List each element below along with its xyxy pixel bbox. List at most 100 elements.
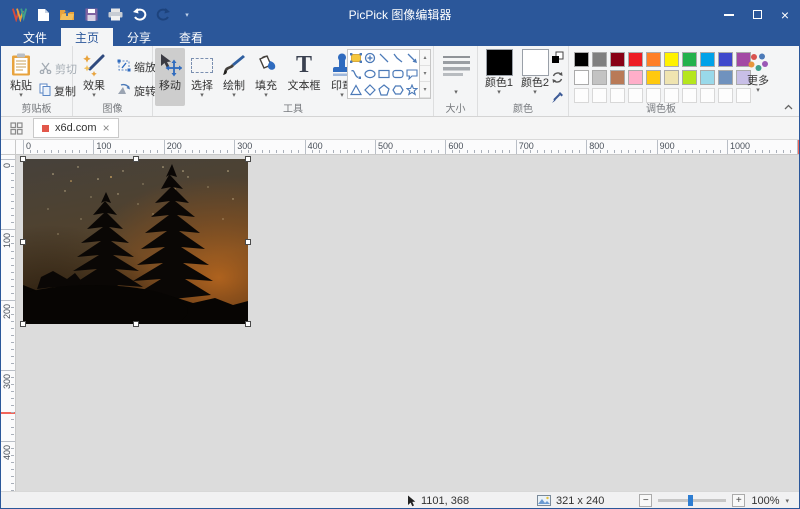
palette-swatch[interactable]: [574, 70, 589, 85]
copy-button[interactable]: 复制: [37, 82, 78, 100]
reset-colors-button[interactable]: [550, 70, 565, 85]
shape-triangle[interactable]: [349, 82, 363, 98]
resize-handle-bottom-left[interactable]: [20, 321, 26, 327]
maximize-button[interactable]: [743, 1, 771, 28]
ruler-tick: [11, 405, 14, 407]
ruler-tick: [719, 150, 721, 153]
resize-handle-top-center[interactable]: [133, 156, 139, 162]
shape-hexagon[interactable]: [391, 82, 405, 98]
palette-swatch[interactable]: [664, 52, 679, 67]
new-file-button[interactable]: [31, 3, 55, 27]
line-size-button[interactable]: ▾: [439, 48, 473, 106]
collapse-ribbon-button[interactable]: [781, 101, 795, 113]
draw-tool-button[interactable]: 绘制 ▾: [219, 48, 249, 106]
palette-swatch[interactable]: [592, 70, 607, 85]
document-tab[interactable]: x6d.com ×: [33, 118, 119, 138]
shape-arrow-line[interactable]: [405, 50, 419, 66]
select-tool-button[interactable]: 选择 ▾: [187, 48, 217, 106]
paste-button[interactable]: 粘贴 ▾: [5, 48, 37, 106]
shape-rounded-rectangle[interactable]: [391, 66, 405, 82]
resize-handle-bottom-right[interactable]: [245, 321, 251, 327]
redo-button[interactable]: [151, 3, 175, 27]
resize-handle-middle-left[interactable]: [20, 239, 26, 245]
shape-filled-rectangle[interactable]: [349, 50, 363, 66]
palette-swatch[interactable]: [682, 70, 697, 85]
ruler-tick: [11, 391, 14, 393]
palette-swatch[interactable]: [682, 52, 697, 67]
swap-colors-button[interactable]: [550, 50, 565, 65]
ruler-tick: [403, 150, 405, 153]
color2-button[interactable]: 颜色2 ▾: [518, 49, 552, 96]
palette-swatch[interactable]: [718, 52, 733, 67]
palette-swatch[interactable]: [646, 52, 661, 67]
resize-handle-middle-right[interactable]: [245, 239, 251, 245]
image-group-label: 图像: [102, 104, 123, 115]
textbox-tool-button[interactable]: T 文本框: [283, 48, 325, 106]
zoom-out-button[interactable]: −: [639, 494, 653, 507]
open-file-button[interactable]: [55, 3, 79, 27]
print-button[interactable]: [103, 3, 127, 27]
palette-swatch[interactable]: [646, 70, 661, 85]
ruler-tick: [191, 150, 193, 153]
shape-diamond[interactable]: [363, 82, 377, 98]
ruler-tick: [558, 150, 560, 153]
shape-line[interactable]: [377, 50, 391, 66]
palette-swatch[interactable]: [664, 70, 679, 85]
palette-swatch[interactable]: [592, 52, 607, 67]
canvas-image[interactable]: [20, 156, 251, 327]
tab-file[interactable]: 文件: [9, 28, 61, 46]
resize-handle-bottom-center[interactable]: [133, 321, 139, 327]
minimize-button[interactable]: [715, 1, 743, 28]
palette-swatch[interactable]: [628, 70, 643, 85]
ruler-tick: [712, 150, 714, 153]
palette-swatch[interactable]: [610, 70, 625, 85]
shape-polyline[interactable]: [391, 50, 405, 66]
zoom-slider-thumb[interactable]: [688, 495, 694, 506]
tab-home[interactable]: 主页: [61, 28, 114, 46]
palette-swatch[interactable]: [610, 52, 625, 67]
tab-share[interactable]: 分享: [113, 28, 165, 46]
shape-pentagon[interactable]: [377, 82, 391, 98]
palette-swatch[interactable]: [700, 70, 715, 85]
ruler-tick: [353, 150, 355, 153]
move-tool-button[interactable]: 移动: [155, 48, 185, 106]
shape-callout[interactable]: [405, 66, 419, 82]
zoom-dropdown-caret-icon[interactable]: ▾: [785, 497, 789, 505]
zoom-slider[interactable]: [658, 495, 727, 506]
color1-button[interactable]: 颜色1 ▾: [482, 49, 516, 96]
save-button[interactable]: [79, 3, 103, 27]
shape-zoom-region[interactable]: [363, 50, 377, 66]
tab-view[interactable]: 查看: [165, 28, 217, 46]
customize-quick-access-icon[interactable]: ▾: [175, 3, 199, 27]
gallery-more-button[interactable]: ▾: [420, 82, 430, 98]
undo-button[interactable]: [127, 3, 151, 27]
ruler-number: 300: [237, 141, 253, 151]
ruler-tick: [79, 150, 81, 153]
ruler-tick: [565, 150, 567, 153]
canvas-area[interactable]: [16, 155, 799, 491]
ruler-tick: [635, 150, 637, 153]
more-colors-button[interactable]: 更多 ▾: [741, 49, 775, 105]
zoom-in-button[interactable]: +: [732, 494, 746, 507]
palette-swatch[interactable]: [700, 52, 715, 67]
gallery-scroll-up-button[interactable]: ▴: [420, 50, 430, 66]
ruler-tick: [11, 278, 14, 280]
shape-ellipse[interactable]: [363, 66, 377, 82]
ruler-tick: [325, 150, 327, 153]
shape-star[interactable]: [405, 82, 419, 98]
fill-tool-button[interactable]: 填充 ▾: [251, 48, 281, 106]
palette-swatch[interactable]: [718, 70, 733, 85]
resize-handle-top-right[interactable]: [245, 156, 251, 162]
resize-handle-top-left[interactable]: [20, 156, 26, 162]
gallery-scroll-down-button[interactable]: ▾: [420, 66, 430, 82]
document-tab-close-icon[interactable]: ×: [103, 122, 110, 134]
ruler-tick: [37, 150, 39, 153]
palette-swatch[interactable]: [628, 52, 643, 67]
window-list-button[interactable]: [5, 119, 27, 138]
effects-button[interactable]: 效果 ▾: [77, 48, 111, 106]
shape-rectangle[interactable]: [377, 66, 391, 82]
palette-swatch[interactable]: [574, 52, 589, 67]
ruler-tick: [11, 475, 14, 477]
close-button[interactable]: ×: [771, 1, 799, 28]
shape-curve[interactable]: [349, 66, 363, 82]
